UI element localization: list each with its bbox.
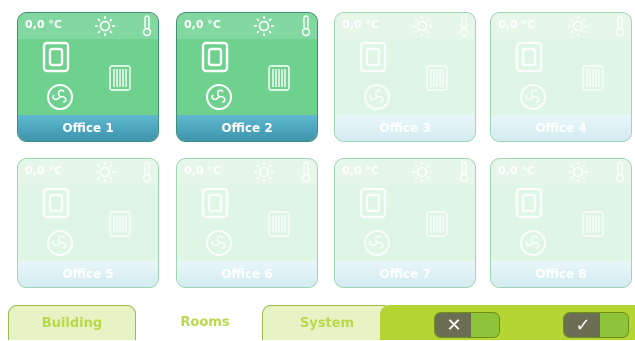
tab-system[interactable]: System xyxy=(262,305,392,340)
thermometer-icon xyxy=(459,161,469,187)
sun-icon xyxy=(411,15,433,41)
fan-icon xyxy=(205,83,233,115)
fan-icon xyxy=(46,229,74,261)
window-icon xyxy=(42,41,70,77)
room-temperature: 0,0 °C xyxy=(184,18,221,31)
radiator-icon xyxy=(268,65,290,95)
room-name: Office 7 xyxy=(335,261,475,287)
room-name: Office 4 xyxy=(491,115,631,141)
radiator-icon xyxy=(426,211,448,241)
room-tile[interactable]: 0,0 °C Office 7 xyxy=(334,158,476,288)
thermometer-icon xyxy=(142,15,152,41)
checkmark-icon: ✓ xyxy=(575,315,591,336)
cancel-button[interactable]: ✕ xyxy=(434,312,500,338)
fan-icon xyxy=(363,83,391,115)
room-name: Office 3 xyxy=(335,115,475,141)
rooms-grid: 0,0 °C Office 1 0,0 °C Office 2 0,0 °C O… xyxy=(0,0,635,300)
room-tile[interactable]: 0,0 °C Office 5 xyxy=(17,158,159,288)
room-temperature: 0,0 °C xyxy=(342,164,379,177)
bottom-navigation: Building Rooms System ✕ ✓ xyxy=(0,300,635,340)
window-icon xyxy=(359,187,387,223)
tab-building[interactable]: Building xyxy=(8,305,136,340)
thermometer-icon xyxy=(615,15,625,41)
fan-icon xyxy=(205,229,233,261)
thermometer-icon xyxy=(459,15,469,41)
window-icon xyxy=(359,41,387,77)
fan-icon xyxy=(519,83,547,115)
window-icon xyxy=(515,41,543,77)
fan-icon xyxy=(363,229,391,261)
confirm-button[interactable]: ✓ xyxy=(563,312,629,338)
fan-icon xyxy=(46,83,74,115)
room-temperature: 0,0 °C xyxy=(184,164,221,177)
room-tile[interactable]: 0,0 °C Office 8 xyxy=(490,158,632,288)
room-name: Office 2 xyxy=(177,115,317,141)
radiator-icon xyxy=(268,211,290,241)
room-temperature: 0,0 °C xyxy=(25,164,62,177)
sun-icon xyxy=(567,161,589,187)
radiator-icon xyxy=(582,65,604,95)
confirm-button-indicator xyxy=(600,313,628,337)
sun-icon xyxy=(253,161,275,187)
thermometer-icon xyxy=(301,15,311,41)
window-icon xyxy=(201,187,229,223)
cancel-button-indicator xyxy=(471,313,499,337)
room-tile[interactable]: 0,0 °C Office 6 xyxy=(176,158,318,288)
window-icon xyxy=(201,41,229,77)
room-name: Office 1 xyxy=(18,115,158,141)
thermometer-icon xyxy=(615,161,625,187)
radiator-icon xyxy=(426,65,448,95)
sun-icon xyxy=(411,161,433,187)
room-temperature: 0,0 °C xyxy=(25,18,62,31)
room-tile[interactable]: 0,0 °C Office 4 xyxy=(490,12,632,142)
room-name: Office 5 xyxy=(18,261,158,287)
room-tile[interactable]: 0,0 °C Office 3 xyxy=(334,12,476,142)
radiator-icon xyxy=(582,211,604,241)
window-icon xyxy=(42,187,70,223)
sun-icon xyxy=(94,161,116,187)
close-icon: ✕ xyxy=(446,315,462,336)
action-bar: ✕ ✓ xyxy=(380,305,635,340)
radiator-icon xyxy=(109,211,131,241)
room-tile[interactable]: 0,0 °C Office 1 xyxy=(17,12,159,142)
room-temperature: 0,0 °C xyxy=(342,18,379,31)
sun-icon xyxy=(253,15,275,41)
tab-rooms[interactable]: Rooms xyxy=(140,305,270,340)
window-icon xyxy=(515,187,543,223)
room-name: Office 8 xyxy=(491,261,631,287)
thermometer-icon xyxy=(301,161,311,187)
radiator-icon xyxy=(109,65,131,95)
room-temperature: 0,0 °C xyxy=(498,164,535,177)
fan-icon xyxy=(519,229,547,261)
thermometer-icon xyxy=(142,161,152,187)
room-name: Office 6 xyxy=(177,261,317,287)
sun-icon xyxy=(567,15,589,41)
room-temperature: 0,0 °C xyxy=(498,18,535,31)
sun-icon xyxy=(94,15,116,41)
room-tile[interactable]: 0,0 °C Office 2 xyxy=(176,12,318,142)
